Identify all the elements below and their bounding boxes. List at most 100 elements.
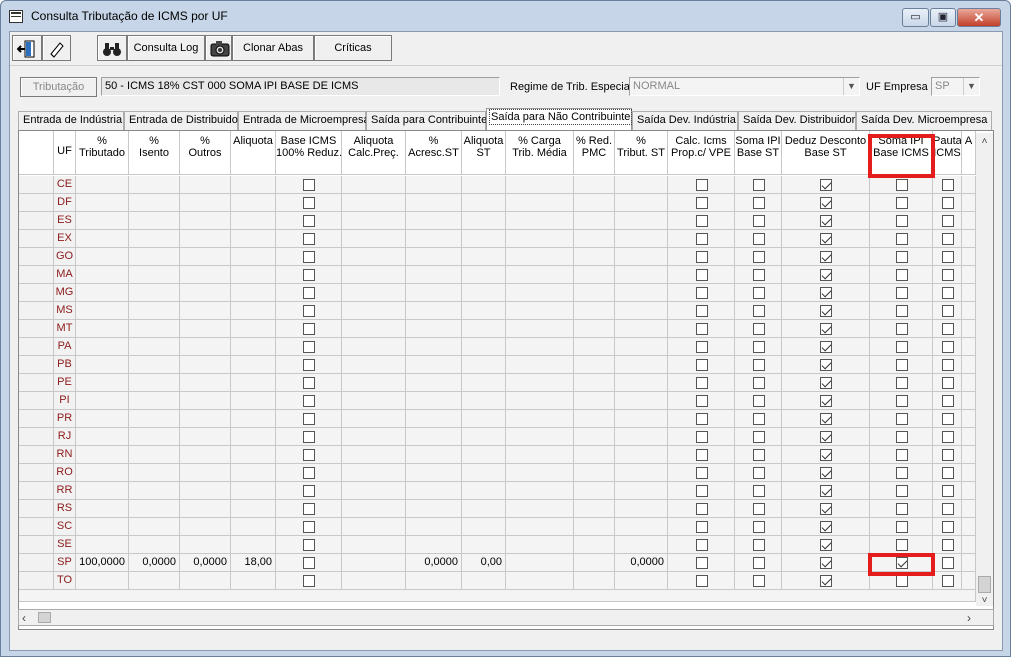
checkbox[interactable] — [753, 269, 765, 281]
checkbox[interactable] — [942, 449, 954, 461]
cell-calcpreco[interactable] — [342, 554, 406, 572]
cell-aliqst[interactable] — [462, 230, 506, 248]
row-indicator[interactable] — [19, 464, 54, 482]
cell-acresc[interactable] — [406, 392, 462, 410]
cell-extra[interactable] — [962, 266, 976, 284]
row-indicator[interactable] — [19, 284, 54, 302]
cell-tributst[interactable] — [615, 320, 668, 338]
uf-cell[interactable]: CE — [54, 176, 76, 194]
cell-tributst[interactable] — [615, 302, 668, 320]
cell-extra[interactable] — [962, 410, 976, 428]
row-indicator[interactable] — [19, 320, 54, 338]
cell-tributst[interactable] — [615, 194, 668, 212]
cell-aliqst[interactable] — [462, 176, 506, 194]
cell-outros[interactable] — [180, 302, 231, 320]
checkbox[interactable] — [303, 575, 315, 587]
cell-extra[interactable] — [962, 464, 976, 482]
uf-cell[interactable]: PE — [54, 374, 76, 392]
checkbox[interactable] — [942, 575, 954, 587]
checked-checkbox[interactable] — [820, 341, 832, 353]
cell-carga[interactable] — [506, 284, 574, 302]
checkbox[interactable] — [753, 539, 765, 551]
checked-checkbox[interactable] — [820, 503, 832, 515]
cell-calcpreco[interactable] — [342, 176, 406, 194]
cell-isento[interactable] — [129, 284, 180, 302]
uf-cell[interactable]: PR — [54, 410, 76, 428]
column-header-somaipist[interactable]: Soma IPI Base ST — [735, 131, 782, 175]
cell-acresc[interactable] — [406, 338, 462, 356]
cell-isento[interactable] — [129, 212, 180, 230]
uf-cell[interactable]: MS — [54, 302, 76, 320]
cell-acresc[interactable] — [406, 302, 462, 320]
cell-isento[interactable] — [129, 392, 180, 410]
cell-isento[interactable] — [129, 446, 180, 464]
cell-acresc[interactable] — [406, 230, 462, 248]
cell-aliquota[interactable] — [231, 392, 276, 410]
checkbox[interactable] — [303, 215, 315, 227]
cell-extra[interactable] — [962, 536, 976, 554]
cell-aliqst[interactable] — [462, 248, 506, 266]
checkbox[interactable] — [303, 197, 315, 209]
uf-cell[interactable]: SC — [54, 518, 76, 536]
cell-extra[interactable] — [962, 212, 976, 230]
cell-aliquota[interactable] — [231, 536, 276, 554]
row-indicator[interactable] — [19, 230, 54, 248]
cell-aliqst[interactable] — [462, 464, 506, 482]
scroll-down-icon[interactable]: ˅ — [976, 592, 993, 609]
checkbox[interactable] — [896, 575, 908, 587]
cell-outros[interactable] — [180, 482, 231, 500]
cell-calcpreco[interactable] — [342, 212, 406, 230]
cell-isento[interactable] — [129, 302, 180, 320]
checked-checkbox[interactable] — [820, 413, 832, 425]
checkbox[interactable] — [303, 521, 315, 533]
row-indicator[interactable] — [19, 374, 54, 392]
checkbox[interactable] — [942, 215, 954, 227]
checkbox[interactable] — [942, 431, 954, 443]
cell-tributst[interactable] — [615, 248, 668, 266]
tab-1[interactable]: Entrada de Distribuidor — [124, 111, 242, 130]
cell-isento[interactable] — [129, 266, 180, 284]
cell-aliquota[interactable] — [231, 374, 276, 392]
column-header-aliquota[interactable]: Aliquota — [231, 131, 276, 175]
checkbox[interactable] — [753, 377, 765, 389]
checked-checkbox[interactable] — [820, 521, 832, 533]
cell-tributado[interactable] — [76, 410, 129, 428]
cell-outros[interactable] — [180, 212, 231, 230]
checkbox[interactable] — [696, 431, 708, 443]
cell-redpmc[interactable] — [574, 554, 615, 572]
column-header-deduz[interactable]: Deduz Desconto Base ST — [782, 131, 870, 175]
cell-isento[interactable] — [129, 500, 180, 518]
column-header-base100[interactable]: Base ICMS 100% Reduz. — [276, 131, 342, 175]
cell-aliquota[interactable] — [231, 320, 276, 338]
cell-aliqst[interactable] — [462, 518, 506, 536]
cell-aliquota[interactable] — [231, 428, 276, 446]
checkbox[interactable] — [303, 233, 315, 245]
checked-checkbox[interactable] — [820, 359, 832, 371]
cell-carga[interactable] — [506, 572, 574, 590]
cell-calcpreco[interactable] — [342, 428, 406, 446]
cell-tributado[interactable] — [76, 536, 129, 554]
cell-outros[interactable]: 0,0000 — [180, 554, 231, 572]
cell-isento[interactable] — [129, 428, 180, 446]
checkbox[interactable] — [696, 179, 708, 191]
cell-aliqst[interactable] — [462, 482, 506, 500]
row-indicator[interactable] — [19, 194, 54, 212]
checked-checkbox[interactable] — [820, 269, 832, 281]
uf-cell[interactable]: RO — [54, 464, 76, 482]
cell-tributado[interactable] — [76, 374, 129, 392]
checkbox[interactable] — [303, 269, 315, 281]
uf-cell[interactable]: DF — [54, 194, 76, 212]
cell-outros[interactable] — [180, 392, 231, 410]
checkbox[interactable] — [942, 287, 954, 299]
checkbox[interactable] — [942, 323, 954, 335]
checkbox[interactable] — [896, 251, 908, 263]
cell-carga[interactable] — [506, 302, 574, 320]
cell-calcpreco[interactable] — [342, 320, 406, 338]
checked-checkbox[interactable] — [820, 215, 832, 227]
cell-calcpreco[interactable] — [342, 374, 406, 392]
checkbox[interactable] — [753, 467, 765, 479]
checkbox[interactable] — [896, 215, 908, 227]
cell-isento[interactable] — [129, 536, 180, 554]
checkbox[interactable] — [942, 503, 954, 515]
cell-tributst[interactable] — [615, 266, 668, 284]
